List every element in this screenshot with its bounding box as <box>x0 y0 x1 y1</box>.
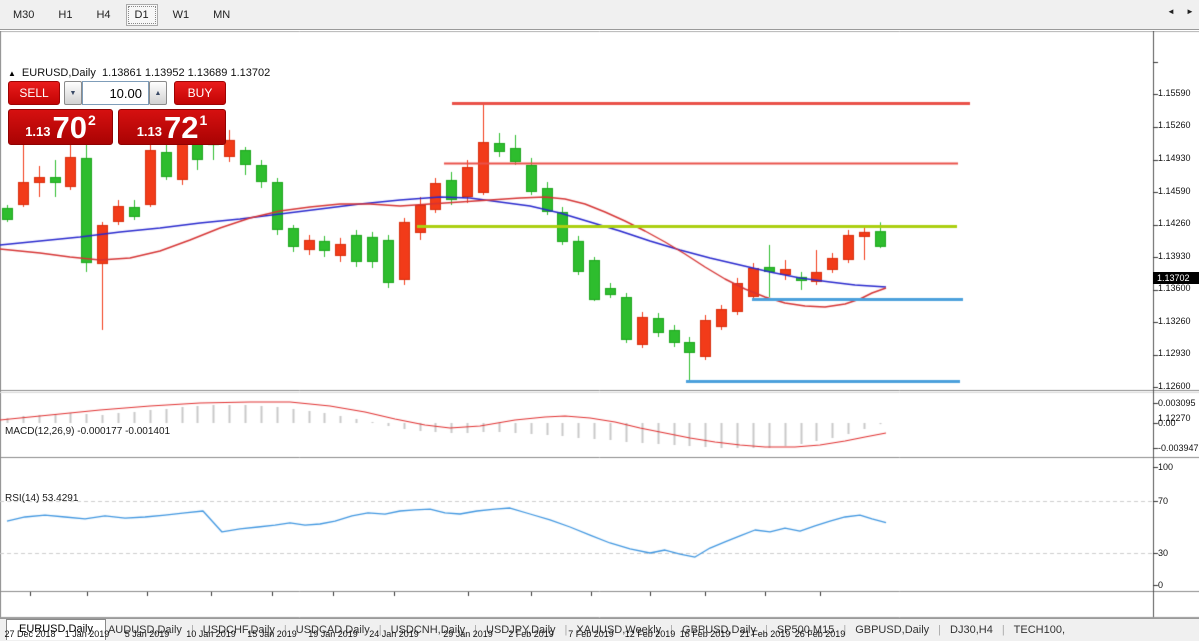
rsi-indicator-label: RSI(14) 53.4291 <box>5 493 78 504</box>
chart-window: ▲ EURUSD,Daily 1.13861 1.13952 1.13689 1.… <box>0 31 1199 618</box>
rsi-tick-label: 30 <box>1158 548 1198 558</box>
rsi-tick-label: 0 <box>1158 580 1198 590</box>
current-price-tag: 1.13702 <box>1153 272 1199 284</box>
buy-button[interactable]: BUY <box>174 81 226 105</box>
date-tick-label: 29 Jan 2019 <box>436 629 500 639</box>
volume-increase-button[interactable]: ▲ <box>149 81 167 105</box>
date-tick-label: 7 Feb 2019 <box>559 629 623 639</box>
date-tick-label: 24 Jan 2019 <box>362 629 426 639</box>
timeframe-button-MN[interactable]: MN <box>204 4 239 26</box>
date-tick-label: 16 Feb 2019 <box>673 629 737 639</box>
price-tick-label: 1.12600 <box>1158 381 1198 391</box>
collapse-arrow-icon[interactable]: ▲ <box>8 69 16 78</box>
buy-price-sup: 1 <box>200 112 208 128</box>
price-tick-label: 1.14260 <box>1158 218 1198 228</box>
timeframe-button-D1[interactable]: D1 <box>126 4 158 26</box>
buy-price-prefix: 1.13 <box>137 124 162 139</box>
triangle-up-icon: ▲ <box>155 90 162 97</box>
macd-tick-label: 0.00 <box>1158 418 1198 428</box>
price-tick-label: 1.14590 <box>1158 186 1198 196</box>
chart-tab-dj30-h4[interactable]: DJ30,H4 <box>950 624 993 636</box>
sell-price-box[interactable]: 1.13 70 2 <box>8 109 113 145</box>
tab-separator: | <box>1002 624 1005 636</box>
timeframe-button-M30[interactable]: M30 <box>4 4 43 26</box>
date-tick-label: 10 Jan 2019 <box>179 629 243 639</box>
timeframe-button-H1[interactable]: H1 <box>49 4 81 26</box>
price-tick-label: 1.13260 <box>1158 316 1198 326</box>
symbol-label: EURUSD,Daily <box>22 67 96 79</box>
quote-ohlc-values: 1.13861 1.13952 1.13689 1.13702 <box>102 67 270 79</box>
macd-tick-label: -0.003947 <box>1158 443 1198 453</box>
sell-button[interactable]: SELL <box>8 81 60 105</box>
price-tick-label: 1.14930 <box>1158 153 1198 163</box>
macd-indicator-label: MACD(12,26,9) -0.000177 -0.001401 <box>5 426 170 437</box>
timeframe-toolbar: M30 H1 H4 D1 W1MN <box>0 0 1199 30</box>
macd-tick-label: 0.003095 <box>1158 398 1198 408</box>
date-tick-label: 1 Jan 2019 <box>55 629 119 639</box>
volume-input[interactable] <box>82 81 149 105</box>
rsi-tick-label: 100 <box>1158 462 1198 472</box>
sell-price-big: 70 <box>53 114 87 142</box>
mt4-window: M30 H1 H4 D1 W1MN ▲ EURUSD,Daily 1.13861 1.13… <box>0 0 1199 641</box>
tab-scroll-left-button[interactable]: ◄ <box>1164 4 1178 19</box>
date-tick-label: 27 Dec 2018 <box>0 629 62 639</box>
timeframe-button-W1[interactable]: W1 <box>164 4 199 26</box>
date-tick-label: 5 Jan 2019 <box>115 629 179 639</box>
sell-price-sup: 2 <box>88 112 96 128</box>
chart-tab-tech100-[interactable]: TECH100, <box>1014 624 1065 636</box>
date-tick-label: 26 Feb 2019 <box>788 629 852 639</box>
date-tick-label: 15 Jan 2019 <box>240 629 304 639</box>
volume-decrease-button[interactable]: ▼ <box>64 81 82 105</box>
tab-scroll-right-button[interactable]: ► <box>1183 4 1197 19</box>
date-tick-label: 19 Jan 2019 <box>301 629 365 639</box>
triangle-down-icon: ▼ <box>70 90 77 97</box>
date-tick-label: 2 Feb 2019 <box>499 629 563 639</box>
price-tick-label: 1.12930 <box>1158 348 1198 358</box>
tab-separator: | <box>938 624 941 636</box>
buy-price-big: 72 <box>164 114 198 142</box>
sell-price-prefix: 1.13 <box>25 124 50 139</box>
rsi-tick-label: 70 <box>1158 496 1198 506</box>
price-tick-label: 1.15590 <box>1158 88 1198 98</box>
quote-header: ▲ EURUSD,Daily 1.13861 1.13952 1.13689 1.… <box>8 67 270 79</box>
chart-tab-gbpusd-daily[interactable]: GBPUSD,Daily <box>855 624 929 636</box>
timeframe-button-H4[interactable]: H4 <box>87 4 119 26</box>
price-tick-label: 1.15260 <box>1158 120 1198 130</box>
price-tick-label: 1.13600 <box>1158 283 1198 293</box>
buy-price-box[interactable]: 1.13 72 1 <box>118 109 226 145</box>
price-tick-label: 1.13930 <box>1158 251 1198 261</box>
